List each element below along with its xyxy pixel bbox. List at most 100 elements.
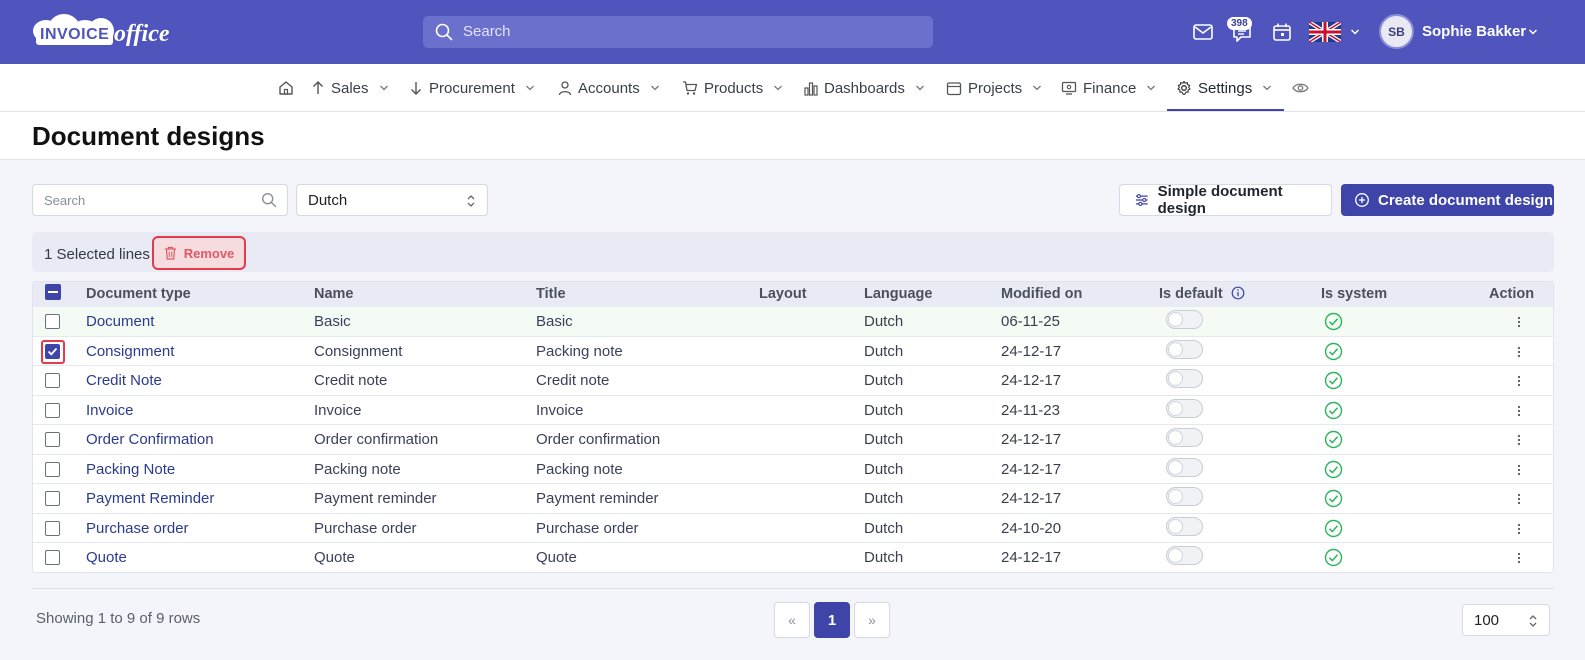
- table-row[interactable]: Consignment Consignment Packing note Dut…: [33, 337, 1553, 366]
- more-options-icon[interactable]: [1517, 315, 1521, 329]
- uk-flag-icon[interactable]: [1309, 22, 1341, 42]
- table-row[interactable]: Order Confirmation Order confirmation Or…: [33, 425, 1553, 455]
- cell-language: Dutch: [864, 549, 904, 566]
- remove-button[interactable]: Remove: [152, 236, 246, 270]
- row-checkbox[interactable]: [45, 520, 60, 536]
- global-search-input[interactable]: Search: [423, 16, 933, 48]
- calendar-icon[interactable]: [1271, 21, 1293, 43]
- more-options-icon[interactable]: [1517, 522, 1521, 536]
- more-options-icon[interactable]: [1517, 345, 1521, 359]
- table-row[interactable]: Purchase order Purchase order Purchase o…: [33, 514, 1553, 543]
- more-options-icon[interactable]: [1517, 433, 1521, 447]
- cell-document-type[interactable]: Document: [86, 307, 154, 336]
- invoiceoffice-logo[interactable]: INVOICE office: [30, 12, 174, 52]
- is-default-toggle[interactable]: [1166, 369, 1203, 388]
- row-checkbox[interactable]: [45, 491, 60, 506]
- row-checkbox[interactable]: [45, 343, 60, 359]
- info-icon[interactable]: [1231, 286, 1245, 300]
- cell-document-type[interactable]: Quote: [86, 543, 127, 572]
- row-checkbox[interactable]: [45, 373, 60, 388]
- table-row[interactable]: Payment Reminder Payment reminder Paymen…: [33, 484, 1553, 514]
- mail-icon[interactable]: [1192, 21, 1214, 43]
- check-circle-icon: [1324, 371, 1343, 390]
- cell-name: Purchase order: [314, 519, 417, 537]
- table-row[interactable]: Document Basic Basic Dutch 06-11-25: [33, 307, 1553, 337]
- previous-page-button[interactable]: «: [774, 602, 810, 638]
- create-document-design-button[interactable]: Create document design: [1341, 184, 1554, 216]
- column-header-document-type[interactable]: Document type: [86, 282, 191, 307]
- more-options-icon[interactable]: [1517, 492, 1521, 506]
- column-header-modified-on[interactable]: Modified on: [1001, 282, 1082, 307]
- cell-name: Consignment: [314, 342, 403, 360]
- more-options-icon[interactable]: [1517, 463, 1521, 477]
- nav-label-dashboards: Dashboards: [824, 79, 905, 97]
- nav-label-projects: Projects: [968, 79, 1023, 97]
- nav-home[interactable]: [278, 64, 300, 112]
- nav-finance[interactable]: Finance: [1061, 64, 1156, 112]
- cell-document-type[interactable]: Packing Note: [86, 455, 175, 484]
- cell-language: Dutch: [864, 490, 904, 507]
- check-circle-icon: [1324, 519, 1343, 537]
- row-checkbox[interactable]: [45, 461, 60, 477]
- column-header-layout[interactable]: Layout: [759, 282, 807, 307]
- table-row[interactable]: Quote Quote Quote Dutch 24-12-17: [33, 543, 1553, 572]
- gear-icon: [1177, 80, 1191, 96]
- is-default-toggle[interactable]: [1166, 398, 1203, 418]
- chevron-down-icon: [1147, 85, 1156, 91]
- nav-label-settings: Settings: [1198, 79, 1253, 97]
- user-avatar[interactable]: SB: [1379, 14, 1414, 49]
- nav-procurement[interactable]: Procurement: [409, 64, 535, 112]
- next-page-button[interactable]: »: [854, 602, 890, 638]
- language-select[interactable]: Dutch: [296, 184, 488, 216]
- page-size-select[interactable]: 100: [1462, 604, 1550, 636]
- table-row[interactable]: Packing Note Packing note Packing note D…: [33, 455, 1553, 484]
- column-header-language[interactable]: Language: [864, 282, 932, 307]
- select-all-checkbox[interactable]: [45, 284, 61, 300]
- more-options-icon[interactable]: [1517, 551, 1521, 565]
- cell-document-type[interactable]: Invoice: [86, 396, 134, 425]
- nav-settings[interactable]: Settings: [1176, 64, 1272, 112]
- is-default-toggle[interactable]: [1166, 428, 1203, 447]
- cell-document-type[interactable]: Payment Reminder: [86, 484, 214, 513]
- table-search-input[interactable]: Search: [32, 184, 288, 216]
- cell-language: Dutch: [864, 342, 904, 360]
- table-row[interactable]: Credit Note Credit note Credit note Dutc…: [33, 366, 1553, 396]
- page-button-current[interactable]: 1: [814, 602, 850, 638]
- nav-dashboards[interactable]: Dashboards: [804, 64, 925, 112]
- cell-document-type[interactable]: Purchase order: [86, 514, 189, 543]
- cell-document-type[interactable]: Order Confirmation: [86, 425, 214, 454]
- nav-products[interactable]: Products: [682, 64, 783, 112]
- is-default-toggle[interactable]: [1166, 487, 1203, 506]
- nav-sales[interactable]: Sales: [311, 64, 389, 112]
- cell-language: Dutch: [864, 401, 904, 419]
- eye-icon: [1292, 83, 1309, 93]
- chevron-down-icon[interactable]: [1350, 27, 1360, 37]
- is-default-toggle[interactable]: [1166, 457, 1203, 477]
- is-default-toggle[interactable]: [1166, 546, 1203, 565]
- calendar-icon: [946, 82, 962, 96]
- more-options-icon[interactable]: [1517, 374, 1521, 388]
- is-default-toggle[interactable]: [1166, 339, 1203, 359]
- column-header-name[interactable]: Name: [314, 282, 354, 307]
- column-header-is-system[interactable]: Is system: [1321, 282, 1387, 307]
- cell-document-type[interactable]: Credit Note: [86, 366, 162, 395]
- user-name[interactable]: Sophie Bakker: [1422, 23, 1526, 40]
- column-header-title[interactable]: Title: [536, 282, 566, 307]
- more-options-icon[interactable]: [1517, 404, 1521, 418]
- table-row[interactable]: Invoice Invoice Invoice Dutch 24-11-23: [33, 396, 1553, 425]
- is-default-toggle[interactable]: [1166, 310, 1203, 329]
- row-checkbox[interactable]: [45, 550, 60, 565]
- nav-visibility[interactable]: [1292, 64, 1315, 112]
- is-default-toggle[interactable]: [1166, 516, 1203, 536]
- row-checkbox[interactable]: [45, 314, 60, 329]
- column-header-is-default[interactable]: Is default: [1159, 282, 1245, 307]
- simple-document-design-button[interactable]: Simple document design: [1119, 183, 1332, 217]
- row-checkbox[interactable]: [45, 432, 60, 447]
- row-checkbox[interactable]: [45, 402, 60, 418]
- cell-modified-on: 24-12-17: [1001, 460, 1062, 478]
- cell-name: Basic: [314, 313, 351, 330]
- chevron-down-icon[interactable]: [1528, 27, 1538, 37]
- nav-projects[interactable]: Projects: [946, 64, 1042, 112]
- nav-accounts[interactable]: Accounts: [558, 64, 660, 112]
- cell-document-type[interactable]: Consignment: [86, 337, 174, 366]
